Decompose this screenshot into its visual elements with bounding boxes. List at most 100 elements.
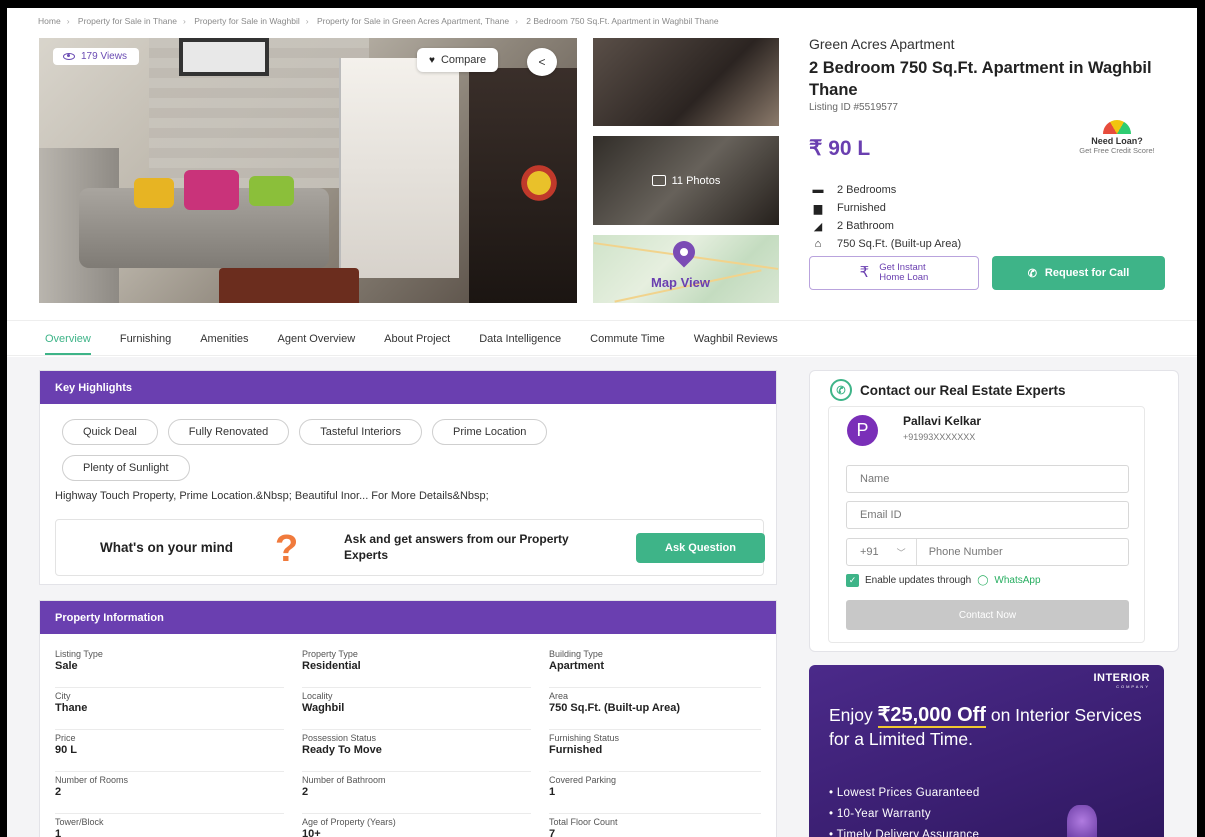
photos-count: 11 Photos bbox=[671, 174, 721, 187]
contact-heading: ✆ Contact our Real Estate Experts bbox=[810, 371, 1178, 401]
question-mark-icon: ? bbox=[275, 528, 299, 570]
country-code-select[interactable]: +91 ﹀ bbox=[860, 539, 917, 565]
property-info-label: Area bbox=[549, 691, 569, 701]
spec-item: ⌂ 750 Sq.Ft. (Built-up Area) bbox=[809, 235, 961, 253]
email-field[interactable]: Email ID bbox=[846, 501, 1129, 529]
gallery-icon bbox=[651, 175, 666, 186]
tab-commute-time[interactable]: Commute Time bbox=[590, 321, 665, 355]
property-info-value: 10+ bbox=[302, 828, 321, 837]
property-info-label: Furnishing Status bbox=[549, 733, 620, 743]
ad-logo-sub: COMPANY bbox=[1116, 684, 1150, 689]
phone-field[interactable]: +91 ﹀ Phone Number bbox=[846, 538, 1129, 566]
property-info-value: Waghbil bbox=[302, 702, 345, 714]
tab-amenities[interactable]: Amenities bbox=[200, 321, 248, 355]
chevron-right-icon: › bbox=[305, 16, 309, 26]
page-frame: Home › Property for Sale in Thane › Proper… bbox=[7, 8, 1197, 837]
ad-bullet-text: 10-Year Warranty bbox=[836, 808, 931, 820]
breadcrumb-home[interactable]: Home bbox=[38, 16, 61, 26]
phone-icon: ✆ bbox=[1027, 267, 1037, 280]
property-info-value: 1 bbox=[549, 786, 556, 798]
breadcrumb-project[interactable]: Property for Sale in Green Acres Apartme… bbox=[317, 16, 509, 26]
agent-phone: +91993XXXXXXX bbox=[903, 432, 976, 442]
ad-bullet: • Timely Delivery Assurance bbox=[829, 825, 980, 837]
ad-logo: INTERIOR COMPANY bbox=[1093, 672, 1150, 689]
interior-ad-banner[interactable]: INTERIOR COMPANY Enjoy ₹25,000 Off on In… bbox=[809, 665, 1164, 837]
photos-overlay: 11 Photos bbox=[593, 136, 779, 225]
contact-form: P Pallavi Kelkar +91993XXXXXXX Name Emai… bbox=[828, 406, 1145, 643]
property-info-label: Covered Parking bbox=[549, 775, 617, 785]
property-info-value: 1 bbox=[55, 828, 62, 837]
credit-score-gauge-icon bbox=[1103, 120, 1131, 134]
ad-discount: ₹25,000 Off bbox=[877, 704, 986, 728]
ad-headline: Enjoy ₹25,000 Off on Interior Services f… bbox=[829, 703, 1149, 751]
property-info-item: City Thane bbox=[55, 688, 284, 730]
breadcrumb-waghbil[interactable]: Property for Sale in Waghbil bbox=[194, 16, 300, 26]
photo-cabinet bbox=[339, 58, 459, 278]
key-highlights-card: Key Highlights Quick Deal Fully Renovate… bbox=[39, 370, 777, 585]
property-info-label: Tower/Block bbox=[55, 817, 104, 827]
property-info-value: 2 bbox=[55, 786, 62, 798]
thumbnail-photos-more[interactable]: 11 Photos bbox=[593, 136, 779, 225]
main-photo[interactable]: 179 Views ♥ Compare < bbox=[39, 38, 577, 303]
tab-about-project[interactable]: About Project bbox=[384, 321, 450, 355]
property-info-item: Building Type Apartment bbox=[549, 646, 761, 688]
property-info-label: Price bbox=[55, 733, 76, 743]
tab-data-intelligence[interactable]: Data Intelligence bbox=[479, 321, 561, 355]
contact-now-button[interactable]: Contact Now bbox=[846, 600, 1129, 630]
property-info-item: Property Type Residential bbox=[302, 646, 531, 688]
spec-text: 2 Bedrooms bbox=[837, 184, 897, 196]
property-info-value: Furnished bbox=[549, 744, 603, 756]
home-loan-label: Get Instant Home Loan bbox=[879, 263, 928, 283]
tab-overview[interactable]: Overview bbox=[45, 321, 91, 355]
country-code: +91 bbox=[860, 546, 879, 558]
need-loan-subtitle: Get Free Credit Score! bbox=[1079, 146, 1155, 155]
bed-icon: ▬ bbox=[812, 184, 824, 196]
request-call-button[interactable]: ✆ Request for Call bbox=[992, 256, 1165, 290]
property-info-item: Possession Status Ready To Move bbox=[302, 730, 531, 772]
property-info-item: Number of Bathroom 2 bbox=[302, 772, 531, 814]
need-loan-widget[interactable]: Need Loan? Get Free Credit Score! bbox=[1062, 120, 1172, 155]
chevron-right-icon: › bbox=[515, 16, 518, 26]
property-info-item: Listing Type Sale bbox=[55, 646, 284, 688]
tab-furnishing[interactable]: Furnishing bbox=[120, 321, 171, 355]
ask-question-button[interactable]: Ask Question bbox=[636, 533, 765, 563]
listing-summary: Green Acres Apartment 2 Bedroom 750 Sq.F… bbox=[809, 36, 1179, 290]
property-info-value: 7 bbox=[549, 828, 556, 837]
map-view-thumbnail[interactable]: Map View bbox=[593, 235, 779, 303]
ask-subtitle: Ask and get answers from our Property Ex… bbox=[344, 532, 569, 562]
spec-item: ▆ Furnished bbox=[809, 199, 961, 217]
section-tabs: Overview Furnishing Amenities Agent Over… bbox=[7, 320, 1197, 356]
property-information-heading: Property Information bbox=[40, 601, 776, 634]
name-field[interactable]: Name bbox=[846, 465, 1129, 493]
property-info-label: Age of Property (Years) bbox=[302, 817, 396, 827]
compare-button[interactable]: ♥ Compare bbox=[417, 48, 499, 72]
listing-id: Listing ID #5519577 bbox=[809, 102, 898, 113]
rupee-bag-icon: ₹ bbox=[859, 264, 870, 281]
property-info-item: Age of Property (Years) 10+ bbox=[302, 814, 531, 837]
ad-bullet-text: Lowest Prices Guaranteed bbox=[836, 787, 980, 799]
tab-agent-overview[interactable]: Agent Overview bbox=[278, 321, 356, 355]
property-info-label: City bbox=[55, 691, 71, 701]
phone-icon: ✆ bbox=[830, 379, 852, 401]
contact-heading-text: Contact our Real Estate Experts bbox=[860, 382, 1066, 398]
project-name[interactable]: Green Acres Apartment bbox=[809, 36, 1179, 52]
property-info-item: Area 750 Sq.Ft. (Built-up Area) bbox=[549, 688, 761, 730]
thumbnail-photo[interactable] bbox=[593, 38, 779, 126]
agent-name: Pallavi Kelkar bbox=[903, 414, 982, 428]
breadcrumb-thane[interactable]: Property for Sale in Thane bbox=[78, 16, 177, 26]
property-info-label: Total Floor Count bbox=[549, 817, 618, 827]
whatsapp-consent[interactable]: ✓ Enable updates through ◯ WhatsApp bbox=[846, 574, 1041, 587]
share-button[interactable]: < bbox=[527, 48, 557, 76]
tab-waghbil-reviews[interactable]: Waghbil Reviews bbox=[694, 321, 778, 355]
highlight-description: Highway Touch Property, Prime Location.&… bbox=[55, 490, 489, 502]
property-info-label: Number of Rooms bbox=[55, 775, 129, 785]
property-info-value: Thane bbox=[55, 702, 88, 714]
photo-flowers bbox=[509, 158, 569, 208]
avatar: P bbox=[847, 415, 878, 446]
home-loan-button[interactable]: ₹ Get Instant Home Loan bbox=[809, 256, 979, 290]
checkbox-checked-icon[interactable]: ✓ bbox=[846, 574, 859, 587]
eye-icon bbox=[63, 53, 75, 60]
photo-cushion bbox=[134, 178, 174, 208]
property-info-value: 750 Sq.Ft. (Built-up Area) bbox=[549, 702, 680, 714]
property-info-value: 90 L bbox=[55, 744, 78, 756]
